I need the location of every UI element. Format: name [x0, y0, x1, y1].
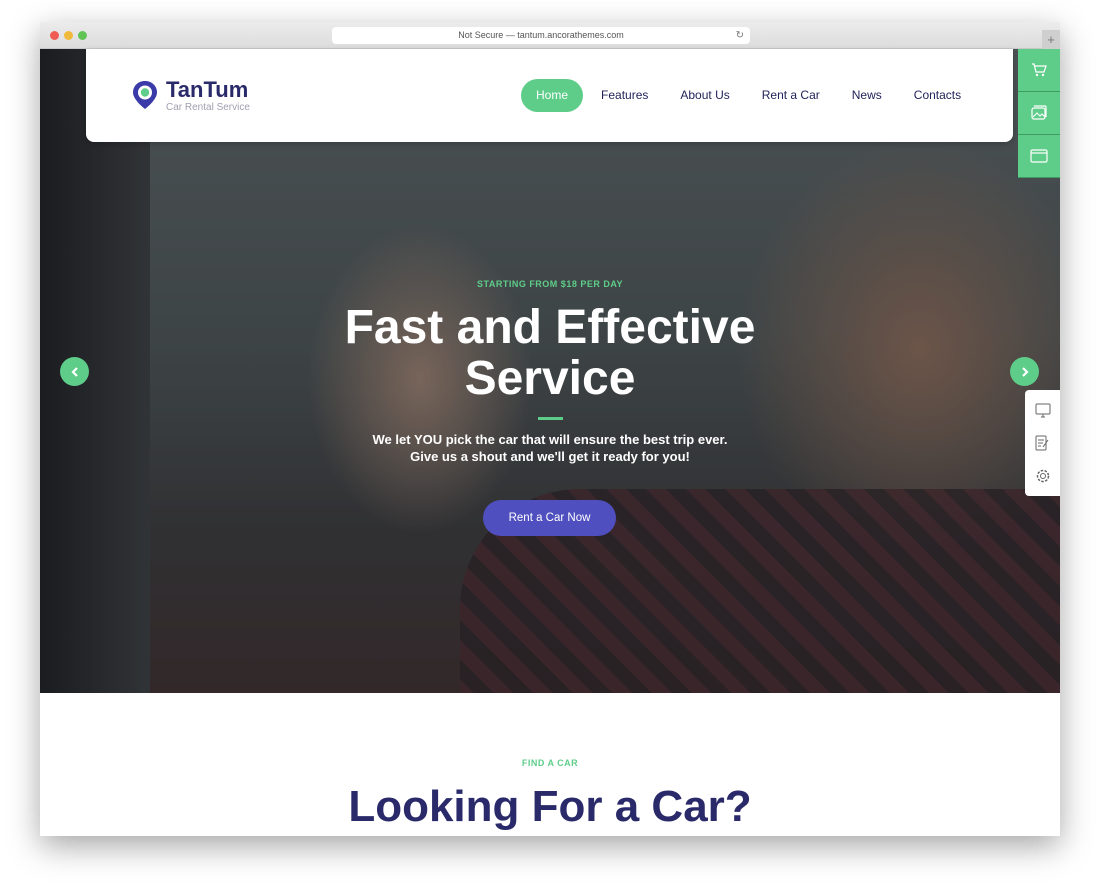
hero-title-line: Service: [464, 352, 636, 405]
main-nav: Home Features About Us Rent a Car News C…: [521, 79, 977, 112]
hero-title-line: Fast and Effective: [344, 301, 756, 354]
chevron-left-icon: [70, 366, 78, 377]
nav-rent-a-car[interactable]: Rent a Car: [746, 79, 836, 112]
cart-button[interactable]: [1018, 49, 1060, 92]
monitor-icon[interactable]: [1035, 403, 1051, 418]
browser-window: Not Secure — tantum.ancorathemes.com ↻ + …: [40, 22, 1060, 836]
section-eyebrow: FIND A CAR: [521, 758, 579, 768]
section-title: Looking For a Car?: [348, 782, 752, 831]
nav-home[interactable]: Home: [521, 79, 584, 112]
chevron-right-icon: [1021, 366, 1029, 377]
close-window-button[interactable]: [50, 31, 59, 40]
brand-tagline: Car Rental Service: [166, 102, 250, 113]
hero-subtitle-line: Give us a shout and we'll get it ready f…: [410, 449, 690, 464]
nav-contacts[interactable]: Contacts: [898, 79, 977, 112]
maximize-window-button[interactable]: [78, 31, 87, 40]
address-bar[interactable]: Not Secure — tantum.ancorathemes.com ↻: [332, 27, 750, 44]
nav-about-us[interactable]: About Us: [664, 79, 745, 112]
hero-divider: [538, 417, 563, 420]
nav-features[interactable]: Features: [585, 79, 664, 112]
site-header: TanTum Car Rental Service Home Features …: [86, 49, 1013, 142]
side-panel: [1025, 390, 1060, 496]
new-tab-button[interactable]: +: [1042, 30, 1060, 49]
rent-a-car-now-button[interactable]: Rent a Car Now: [483, 500, 616, 536]
hero-subtitle: We let YOU pick the car that will ensure…: [40, 431, 1060, 465]
window-icon: [1030, 149, 1048, 163]
brand-name[interactable]: TanTum: [166, 77, 248, 103]
hero-subtitle-line: We let YOU pick the car that will ensure…: [372, 432, 728, 447]
browser-titlebar: Not Secure — tantum.ancorathemes.com ↻ +: [40, 22, 1060, 49]
hero-slider: STARTING FROM $18 PER DAY Fast and Effec…: [40, 49, 1060, 693]
logo-pin-icon: [133, 81, 157, 109]
document-edit-icon[interactable]: [1035, 435, 1050, 451]
reload-icon[interactable]: ↻: [736, 27, 744, 44]
hero-title: Fast and Effective Service: [40, 302, 1060, 404]
window-button[interactable]: [1018, 135, 1060, 178]
gear-icon[interactable]: [1035, 468, 1051, 484]
nav-news[interactable]: News: [836, 79, 898, 112]
gallery-icon: [1031, 105, 1047, 120]
side-toolbar: [1018, 49, 1060, 178]
hero-eyebrow: STARTING FROM $18 PER DAY: [476, 279, 624, 289]
prev-slide-button[interactable]: [60, 357, 89, 386]
url-text: Not Secure — tantum.ancorathemes.com: [458, 30, 624, 40]
minimize-window-button[interactable]: [64, 31, 73, 40]
next-slide-button[interactable]: [1010, 357, 1039, 386]
gallery-button[interactable]: [1018, 92, 1060, 135]
cart-icon: [1032, 63, 1047, 77]
